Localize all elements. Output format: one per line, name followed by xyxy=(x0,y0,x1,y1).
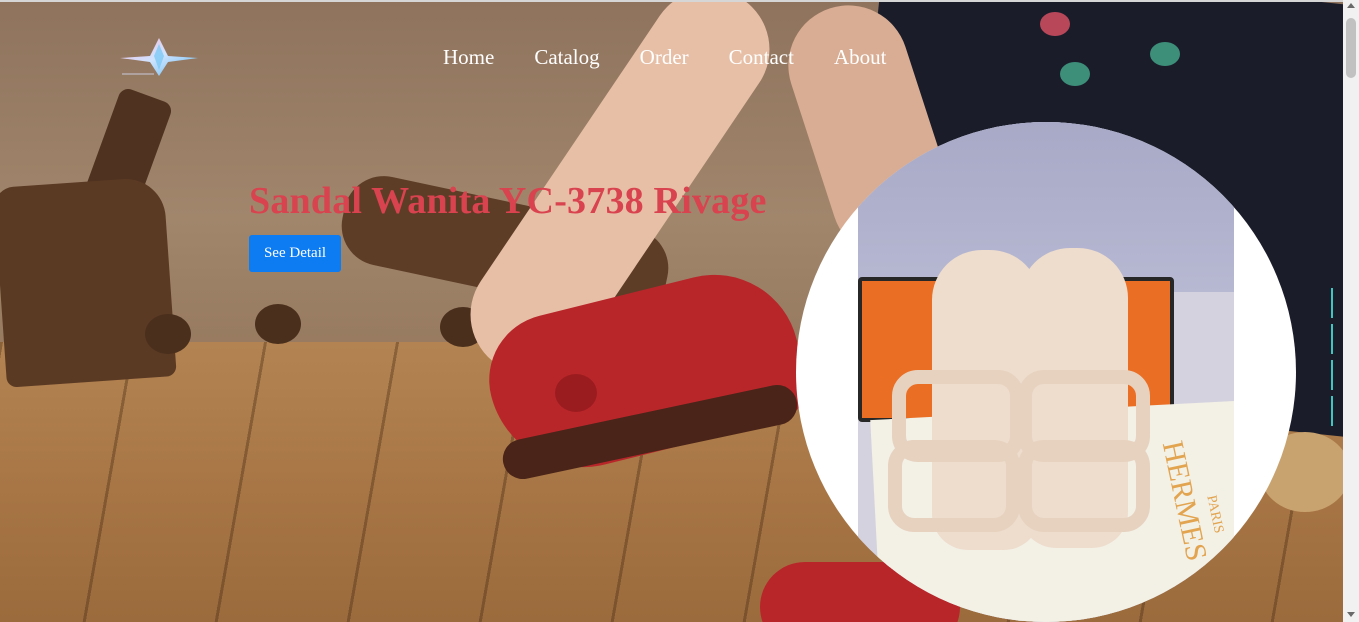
nav-contact[interactable]: Contact xyxy=(729,44,794,70)
nav-order[interactable]: Order xyxy=(640,44,689,70)
product-image-frame: HERMES PARIS xyxy=(796,122,1296,622)
pine-cone xyxy=(145,314,191,354)
dress-flower-pattern xyxy=(1150,42,1180,66)
pine-cone xyxy=(255,304,301,344)
carousel-indicator-4[interactable] xyxy=(1331,396,1333,426)
scroll-up-arrow-icon[interactable] xyxy=(1347,3,1355,8)
see-detail-button[interactable]: See Detail xyxy=(249,235,341,272)
vertical-scrollbar[interactable] xyxy=(1343,0,1359,622)
main-nav: Home Catalog Order Contact About xyxy=(443,44,926,70)
scroll-down-arrow-icon[interactable] xyxy=(1347,612,1355,617)
nav-home[interactable]: Home xyxy=(443,44,494,70)
sandal-chain-strap xyxy=(1018,440,1150,532)
driftwood-stump xyxy=(0,176,177,388)
dress-flower-pattern xyxy=(1040,12,1070,36)
carousel-indicators xyxy=(1331,288,1335,428)
sandal-chain-strap xyxy=(888,440,1020,532)
dress-flower-pattern xyxy=(1060,62,1090,86)
nav-catalog[interactable]: Catalog xyxy=(534,44,599,70)
scroll-thumb[interactable] xyxy=(1346,18,1356,78)
product-image[interactable]: HERMES PARIS xyxy=(858,122,1234,622)
carousel-indicator-2[interactable] xyxy=(1331,324,1333,354)
diamond-star-logo-icon[interactable] xyxy=(118,36,200,80)
red-shoe-flower xyxy=(555,374,597,412)
carousel-indicator-3[interactable] xyxy=(1331,360,1333,390)
carousel-indicator-1[interactable] xyxy=(1331,288,1333,318)
nav-about[interactable]: About xyxy=(834,44,887,70)
product-title: Sandal Wanita YC-3738 Rivage xyxy=(249,180,767,222)
